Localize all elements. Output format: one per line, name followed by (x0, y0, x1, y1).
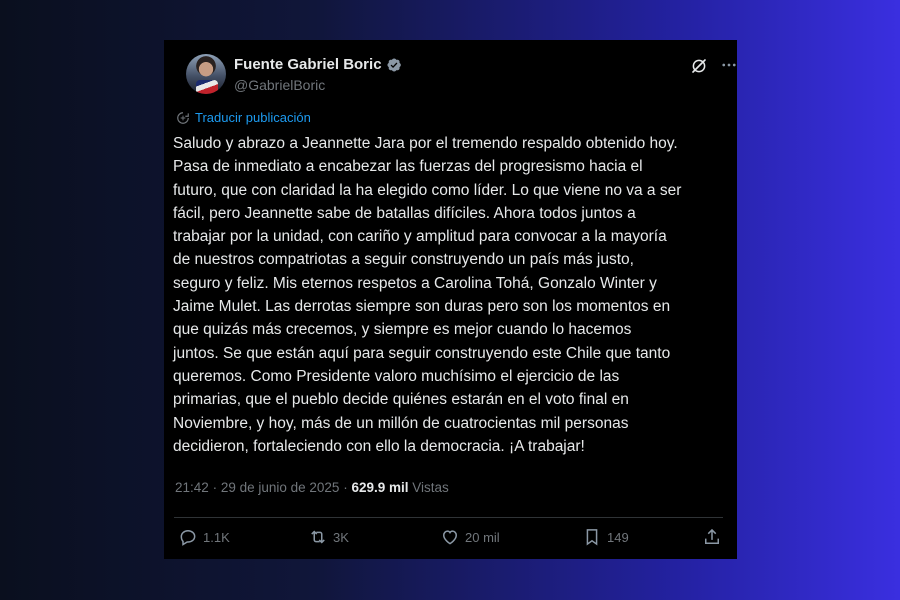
meta-separator: · (212, 480, 218, 495)
like-count: 20 mil (465, 529, 500, 545)
views-label: Vistas (412, 480, 449, 495)
tweet-meta: 21:42 · 29 de junio de 2025 · 629.9 mil … (175, 480, 449, 495)
views-count: 629.9 mil (351, 480, 409, 495)
share-button[interactable] (702, 527, 727, 547)
author-display-name[interactable]: Fuente Gabriel Boric (234, 56, 402, 73)
grok-icon[interactable] (690, 57, 708, 75)
reply-icon (180, 529, 196, 546)
tweet-card: Fuente Gabriel Boric @GabrielBoric Tradu… (164, 40, 737, 559)
action-bar: 1.1K 3K 20 mil 149 (178, 527, 723, 549)
tweet-body-text: Saludo y abrazo a Jeannette Jara por el … (173, 135, 682, 455)
repost-button[interactable]: 3K (308, 527, 349, 547)
tweet-time[interactable]: 21:42 (175, 480, 209, 495)
presidential-sash (196, 80, 218, 94)
tweet-date[interactable]: 29 de junio de 2025 (221, 480, 340, 495)
repost-count: 3K (333, 529, 349, 545)
avatar[interactable] (186, 54, 226, 94)
meta-separator: · (343, 480, 348, 495)
translate-post-link[interactable]: Traducir publicación (176, 110, 311, 125)
display-name-text: Fuente Gabriel Boric (234, 56, 382, 73)
bookmark-icon (586, 529, 598, 546)
tweet-header: Fuente Gabriel Boric @GabrielBoric (176, 40, 736, 110)
verified-badge-icon (387, 57, 401, 72)
globe-icon (177, 111, 189, 124)
bookmark-count: 149 (607, 529, 629, 545)
divider (174, 517, 723, 518)
reply-button[interactable]: 1.1K (178, 527, 230, 547)
share-icon (705, 528, 719, 544)
repost-icon (311, 530, 325, 544)
bookmark-button[interactable]: 149 (582, 527, 629, 547)
more-icon[interactable] (720, 56, 738, 74)
author-handle[interactable]: @GabrielBoric (234, 77, 325, 93)
like-button[interactable]: 20 mil (440, 527, 500, 547)
reply-count: 1.1K (203, 529, 230, 545)
heart-icon (442, 530, 458, 545)
translate-label: Traducir publicación (195, 110, 311, 125)
